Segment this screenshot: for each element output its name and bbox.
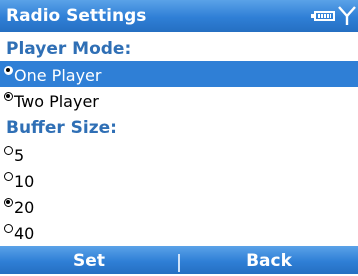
set-softkey[interactable]: Set	[0, 246, 178, 274]
option-label: 10	[14, 172, 35, 191]
radio-unchecked-icon[interactable]	[4, 172, 13, 181]
option-label: Two Player	[14, 92, 99, 111]
back-softkey[interactable]: Back	[180, 246, 358, 274]
buffer-size-option-40[interactable]: 40	[0, 219, 358, 245]
radio-checked-icon[interactable]	[4, 92, 13, 101]
option-label: 20	[14, 198, 35, 217]
window-title: Radio Settings	[6, 6, 147, 26]
buffer-size-option-20[interactable]: 20	[0, 193, 358, 219]
option-label: 5	[14, 146, 25, 165]
player-mode-heading: Player Mode:	[6, 39, 132, 59]
option-label: 40	[14, 224, 35, 243]
signal-icon	[338, 6, 356, 25]
option-label: One Player	[14, 66, 102, 85]
buffer-size-heading: Buffer Size:	[6, 118, 117, 138]
radio-checked-icon[interactable]	[4, 198, 13, 207]
radio-unchecked-icon[interactable]	[4, 224, 13, 233]
radio-unchecked-icon[interactable]	[4, 66, 13, 75]
radio-unchecked-icon[interactable]	[4, 146, 13, 155]
softkey-bar: Set Back	[0, 246, 358, 274]
player-mode-option-one-player[interactable]: One Player	[0, 61, 358, 87]
buffer-size-option-10[interactable]: 10	[0, 167, 358, 193]
player-mode-option-two-player[interactable]: Two Player	[0, 87, 358, 113]
buffer-size-option-5[interactable]: 5	[0, 141, 358, 167]
title-bar: Radio Settings	[0, 0, 358, 32]
battery-icon	[311, 11, 335, 21]
